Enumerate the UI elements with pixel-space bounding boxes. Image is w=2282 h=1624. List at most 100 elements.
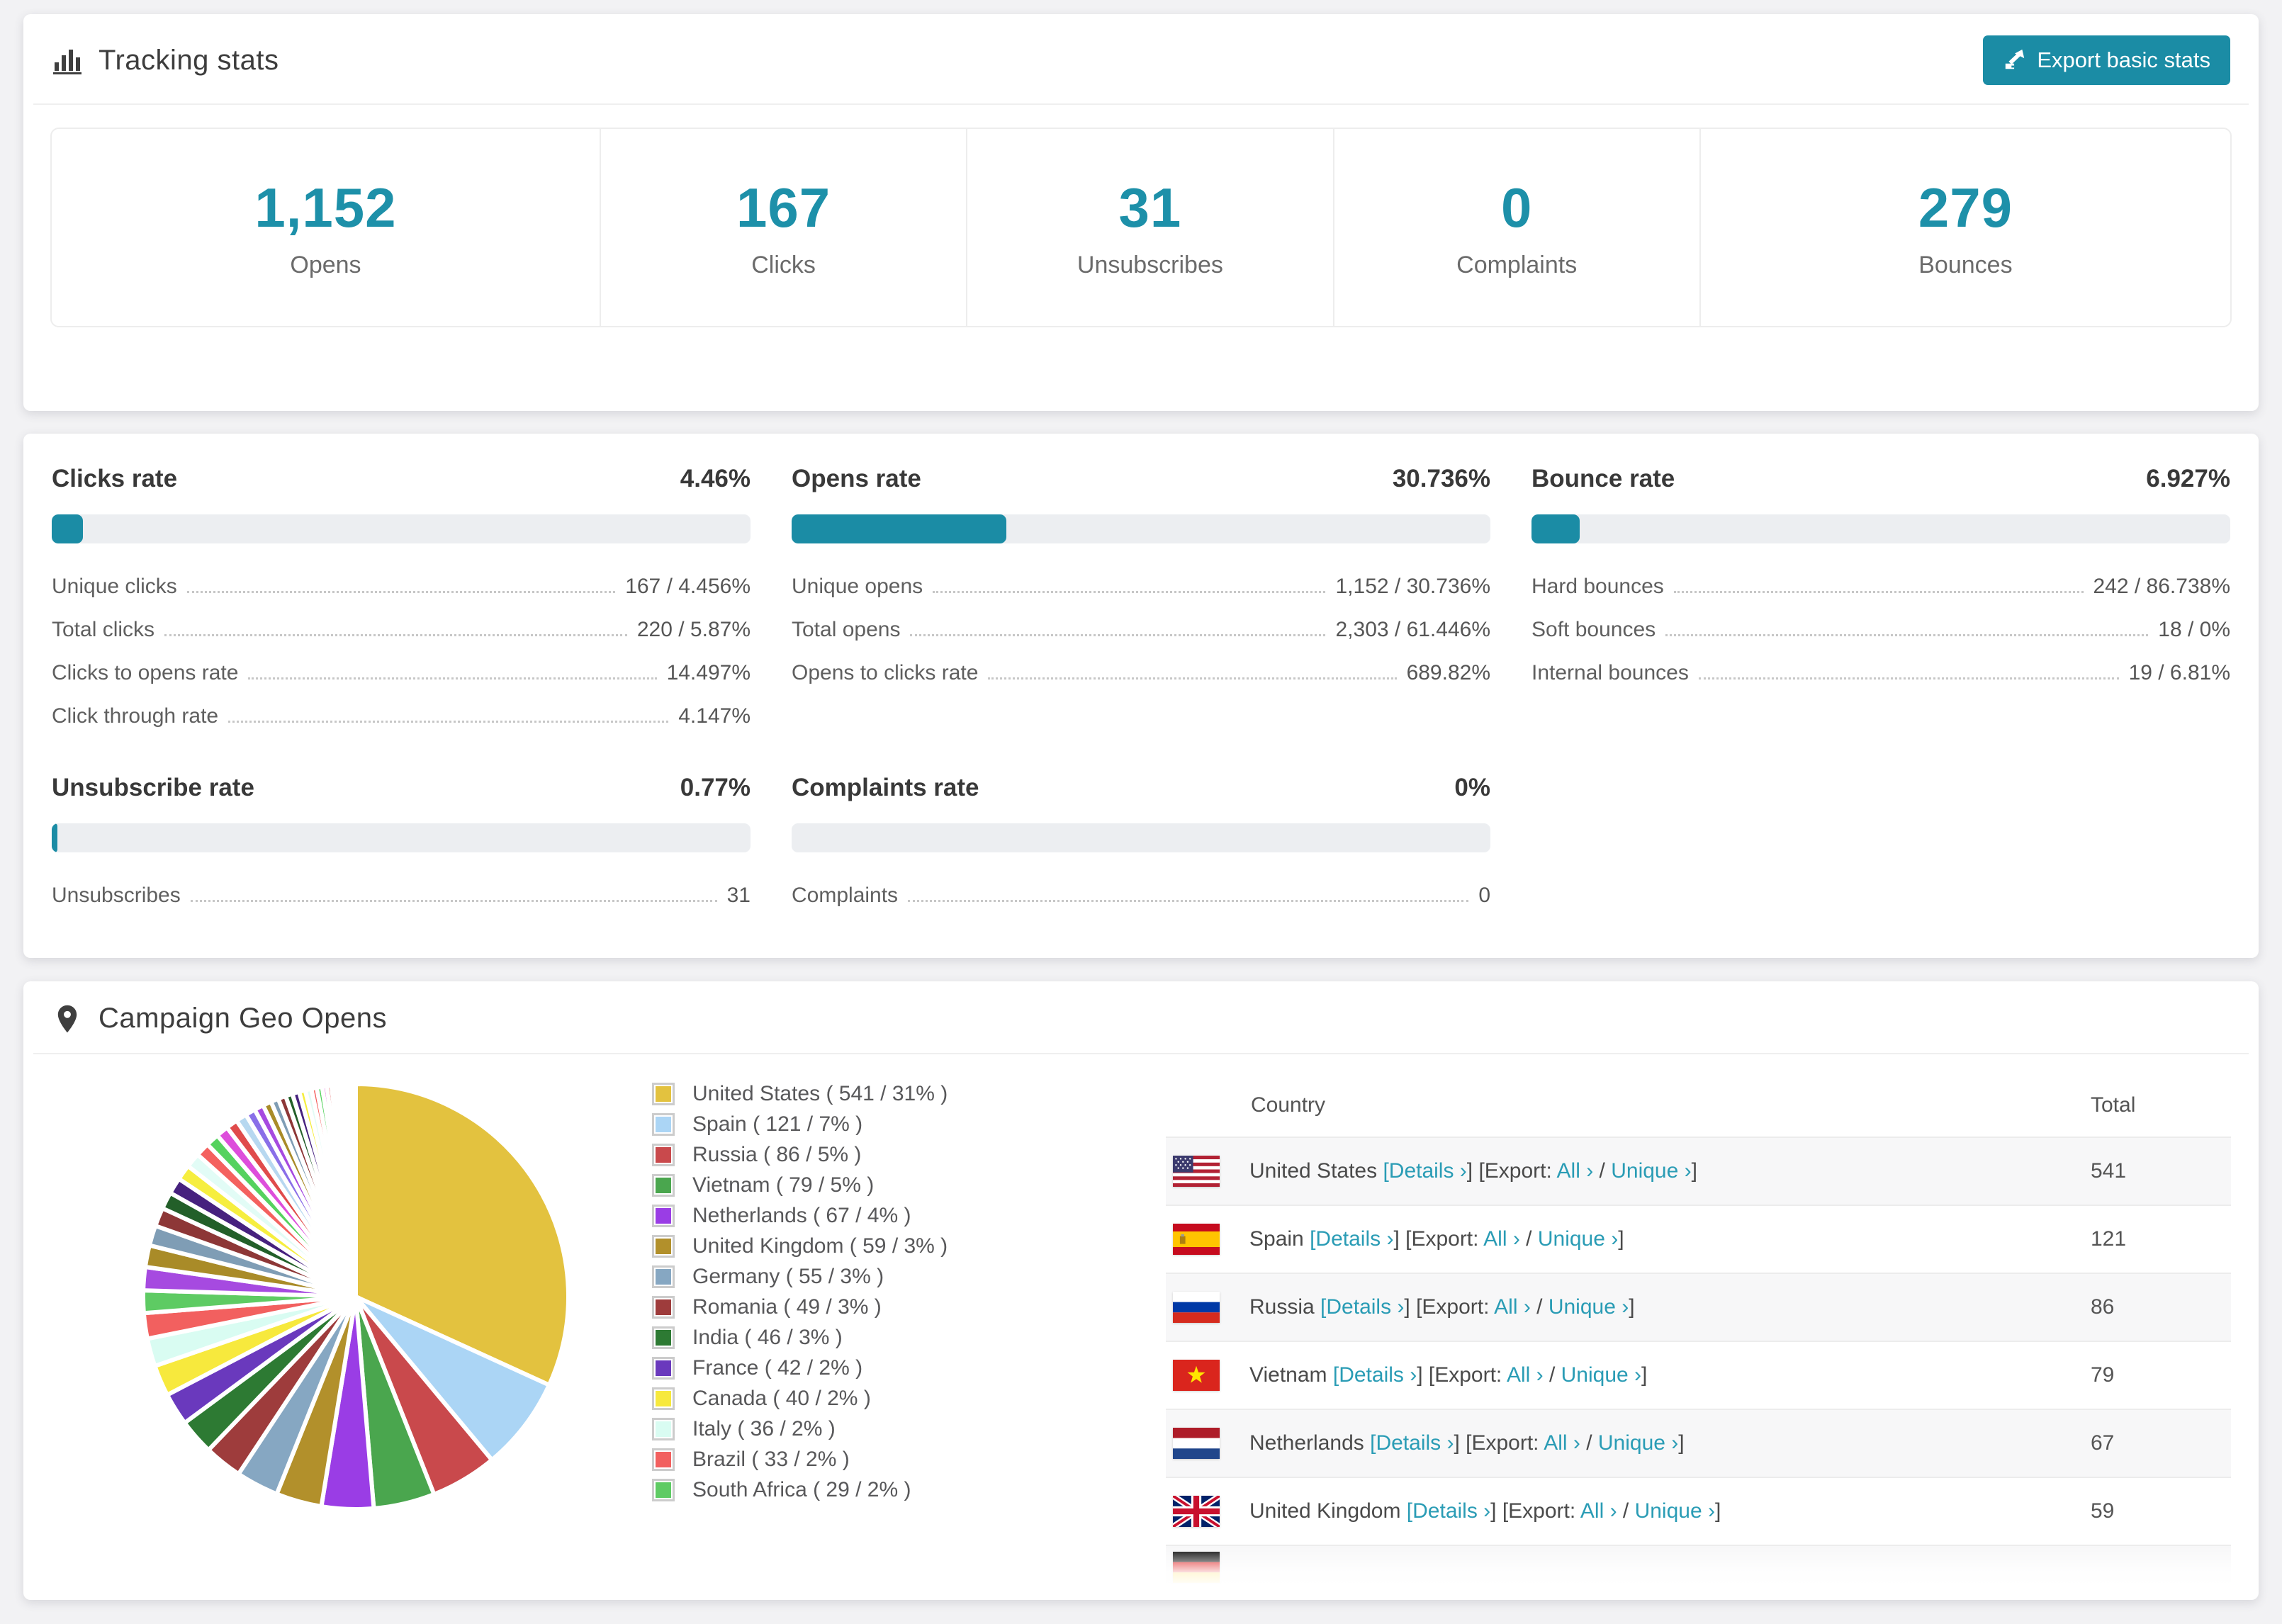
details-link[interactable]: [Details › [1407,1499,1490,1523]
export-all-link[interactable]: All › [1557,1159,1594,1183]
legend-swatch [652,1235,675,1258]
country-name: Netherlands [1249,1431,1371,1455]
legend-label: Russia ( 86 / 5% ) [692,1143,862,1166]
detail-value: 14.497% [666,661,751,684]
export-all-link[interactable]: All › [1507,1363,1544,1387]
detail-value: 4.147% [678,704,751,728]
rate-detail-row: Opens to clicks rate 689.82% [792,661,1490,685]
total-cell: 67 [2091,1431,2115,1455]
legend-swatch [652,1326,675,1349]
total-cell: 121 [2091,1227,2127,1251]
rate-detail-row: Unsubscribes 31 [52,884,751,908]
bracket: ] [1714,1499,1721,1523]
flag-icon-us [1173,1156,1220,1187]
export-unique-link[interactable]: Unique › [1548,1295,1629,1319]
rate-panel-unsubscribe-rate: Unsubscribe rate 0.77% Unsubscribes 31 [52,774,751,908]
rate-title: Clicks rate [52,465,178,492]
rate-value: 6.927% [2146,465,2230,492]
details-link[interactable]: [Details › [1320,1295,1404,1319]
bracket: ] [1641,1363,1648,1387]
legend-item-germany[interactable]: Germany ( 55 / 3% ) [652,1265,948,1288]
legend-item-spain[interactable]: Spain ( 121 / 7% ) [652,1112,948,1136]
export-unique-link[interactable]: Unique › [1598,1431,1678,1455]
pie-legend: United States ( 541 / 31% ) Spain ( 121 /… [652,1082,948,1509]
stat-label: Opens [290,252,361,278]
legend-item-united-states[interactable]: United States ( 541 / 31% ) [652,1082,948,1105]
flag-icon-ru [1173,1292,1220,1323]
legend-item-south-africa[interactable]: South Africa ( 29 / 2% ) [652,1478,948,1501]
slash-separator: / [1519,1227,1538,1251]
rate-progress-bar [792,823,1490,852]
export-basic-stats-button[interactable]: Export basic stats [1983,35,2230,85]
legend-item-united-kingdom[interactable]: United Kingdom ( 59 / 3% ) [652,1234,948,1258]
detail-label: Complaints [792,884,899,907]
legend-item-brazil[interactable]: Brazil ( 33 / 2% ) [652,1448,948,1471]
export-all-link[interactable]: All › [1494,1295,1531,1319]
legend-swatch [652,1174,675,1197]
rate-panel-complaints-rate: Complaints rate 0% Complaints 0 [792,774,1490,908]
legend-label: Romania ( 49 / 3% ) [692,1295,882,1319]
legend-swatch [652,1083,675,1105]
export-all-link[interactable]: All › [1483,1227,1520,1251]
rates-card: Clicks rate 4.46% Unique clicks 167 / 4.456… [23,434,2259,958]
details-link[interactable]: [Details › [1370,1431,1454,1455]
rate-title: Bounce rate [1531,465,1675,492]
detail-label: Opens to clicks rate [792,661,979,684]
details-link[interactable]: [Details › [1310,1227,1393,1251]
country-cell: Russia [Details ›] [Export: All › / Uniq… [1249,1295,2091,1319]
dotted-leader [910,634,1326,636]
rate-progress-bar [52,514,751,543]
rate-value: 30.736% [1392,465,1490,492]
bracket: ] [Export: [1404,1295,1495,1319]
detail-label: Soft bounces [1531,618,1656,641]
column-header-total: Total [2091,1093,2136,1117]
flag-icon-es [1173,1224,1220,1255]
legend-swatch [652,1418,675,1440]
slash-separator: / [1593,1159,1612,1183]
stat-opens: 1,152 Opens [52,129,600,326]
legend-label: Canada ( 40 / 2% ) [692,1387,871,1410]
legend-item-russia[interactable]: Russia ( 86 / 5% ) [652,1143,948,1166]
export-unique-link[interactable]: Unique › [1635,1499,1715,1523]
dotted-leader [190,900,717,902]
rate-title: Complaints rate [792,774,979,801]
legend-item-netherlands[interactable]: Netherlands ( 67 / 4% ) [652,1204,948,1227]
export-all-link[interactable]: All › [1544,1431,1580,1455]
rate-detail-row: Hard bounces 242 / 86.738% [1531,575,2230,599]
slash-separator: / [1580,1431,1598,1455]
pie-slice-other-49[interactable] [352,1081,358,1299]
flag-icon-vn [1173,1360,1220,1391]
legend-label: Vietnam ( 79 / 5% ) [692,1173,875,1197]
rate-detail-row: Complaints 0 [792,884,1490,908]
dotted-leader [933,591,1326,593]
flag-icon-de [1173,1552,1220,1583]
legend-swatch [652,1357,675,1380]
geo-opens-pie-chart [136,1077,575,1516]
tracking-stats-header: Tracking stats Export basic stats [23,14,2259,103]
legend-item-italy[interactable]: Italy ( 36 / 2% ) [652,1417,948,1440]
legend-item-france[interactable]: France ( 42 / 2% ) [652,1356,948,1380]
export-unique-link[interactable]: Unique › [1611,1159,1691,1183]
stat-label: Complaints [1456,252,1578,278]
table-row-vietnam: Vietnam [Details ›] [Export: All › / Uni… [1166,1341,2231,1409]
legend-item-india[interactable]: India ( 46 / 3% ) [652,1326,948,1349]
table-row-united-kingdom: United Kingdom [Details ›] [Export: All … [1166,1477,2231,1545]
export-all-link[interactable]: All › [1580,1499,1617,1523]
rate-value: 0% [1454,774,1490,801]
detail-value: 31 [726,884,751,907]
detail-label: Unique clicks [52,575,177,598]
campaign-geo-opens-card: Campaign Geo Opens United States ( 541 /… [23,981,2259,1600]
geo-title: Campaign Geo Opens [52,1003,387,1034]
legend-label: India ( 46 / 3% ) [692,1326,843,1349]
legend-item-romania[interactable]: Romania ( 49 / 3% ) [652,1295,948,1319]
export-unique-link[interactable]: Unique › [1538,1227,1618,1251]
details-link[interactable]: [Details › [1383,1159,1466,1183]
legend-item-canada[interactable]: Canada ( 40 / 2% ) [652,1387,948,1410]
export-unique-link[interactable]: Unique › [1561,1363,1641,1387]
detail-label: Hard bounces [1531,575,1664,598]
stat-value: 1,152 [254,176,397,239]
legend-item-vietnam[interactable]: Vietnam ( 79 / 5% ) [652,1173,948,1197]
stat-unsubscribes: 31 Unsubscribes [966,129,1332,326]
rate-progress-bar [52,823,751,852]
details-link[interactable]: [Details › [1333,1363,1417,1387]
